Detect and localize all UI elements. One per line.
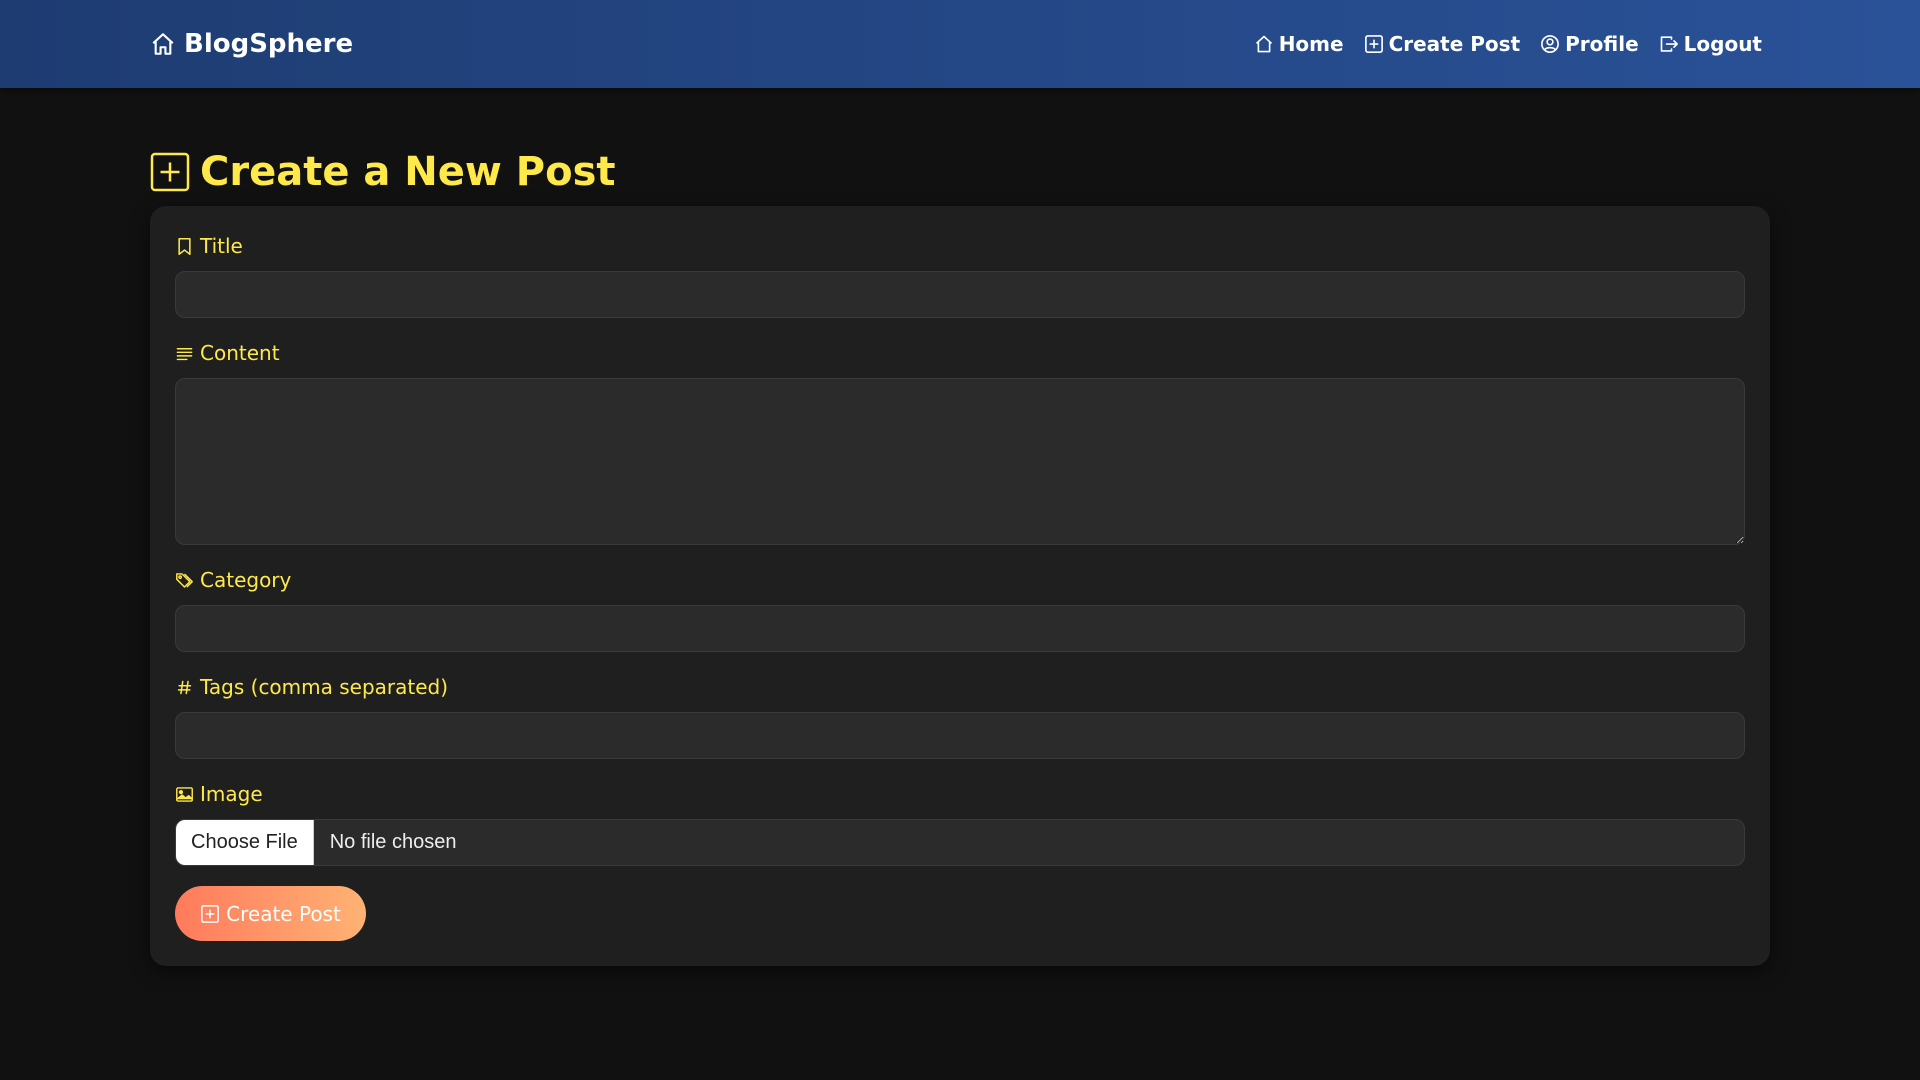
plus-square-icon <box>150 152 190 192</box>
house-icon <box>1255 35 1272 53</box>
box-arrow-right-icon <box>1660 36 1678 52</box>
create-post-form: Title Content Category Tags (comma separ… <box>150 206 1770 966</box>
page-title-text: Create a New Post <box>200 149 616 195</box>
nav-home-link[interactable]: Home <box>1254 32 1344 56</box>
nav-home-label: Home <box>1278 32 1344 56</box>
nav-logout-link[interactable]: Logout <box>1659 32 1762 56</box>
category-input[interactable] <box>175 605 1745 652</box>
create-post-button[interactable]: Create Post <box>175 886 366 941</box>
plus-square-icon <box>1364 35 1383 53</box>
person-circle-icon <box>1541 35 1560 53</box>
page-title: Create a New Post <box>150 148 616 196</box>
house-icon <box>152 33 174 55</box>
tags-input[interactable] <box>175 712 1745 759</box>
content-label: Content <box>175 340 280 366</box>
image-icon <box>176 786 193 802</box>
nav-create-post-link[interactable]: Create Post <box>1364 32 1521 56</box>
category-label-text: Category <box>200 568 292 592</box>
tags-label-text: Tags (comma separated) <box>200 675 449 699</box>
title-label: Title <box>175 233 243 259</box>
image-file-input[interactable]: Choose File No file chosen <box>175 819 1745 866</box>
tags-icon <box>176 572 193 588</box>
title-input[interactable] <box>175 271 1745 318</box>
title-label-text: Title <box>200 234 243 258</box>
text-lines-icon <box>176 347 193 360</box>
brand-name: BlogSphere <box>184 29 354 59</box>
content-textarea[interactable] <box>175 378 1745 545</box>
content-label-text: Content <box>200 341 280 365</box>
image-label-text: Image <box>200 782 263 806</box>
image-label: Image <box>175 781 263 807</box>
nav-logout-label: Logout <box>1683 32 1762 56</box>
create-post-button-label: Create Post <box>226 901 341 926</box>
nav-profile-label: Profile <box>1565 32 1639 56</box>
hash-icon <box>177 680 192 694</box>
nav-links: Home Create Post Profile Logout <box>1254 0 1762 88</box>
nav-profile-link[interactable]: Profile <box>1540 32 1639 56</box>
tags-label: Tags (comma separated) <box>175 674 448 700</box>
category-label: Category <box>175 567 291 593</box>
nav-create-post-label: Create Post <box>1388 32 1521 56</box>
plus-square-icon <box>201 904 220 923</box>
choose-file-button[interactable]: Choose File <box>176 820 314 865</box>
brand-link[interactable]: BlogSphere <box>150 0 353 88</box>
navbar: BlogSphere Home Create Post Profile Logo… <box>0 0 1920 88</box>
file-status-text: No file chosen <box>329 831 457 853</box>
bookmark-icon <box>178 237 191 255</box>
